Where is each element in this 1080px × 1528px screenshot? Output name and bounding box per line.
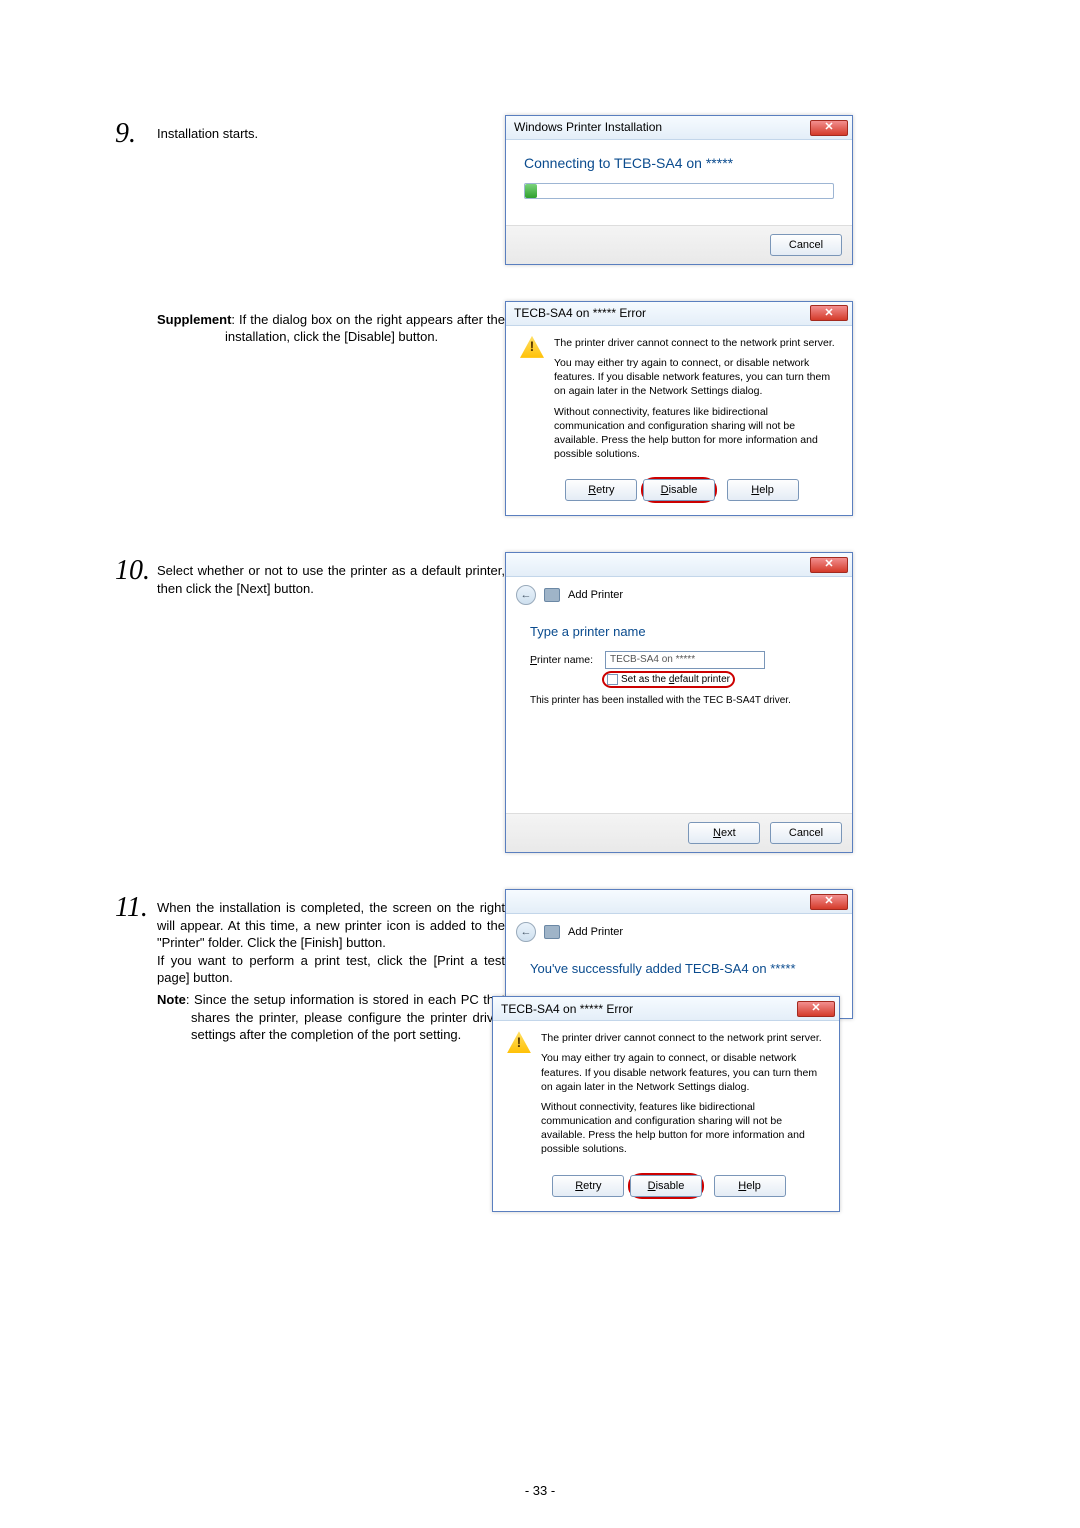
success-heading: You've successfully added TECB-SA4 on **… bbox=[530, 960, 828, 978]
step11-p2: If you want to perform a print test, cli… bbox=[157, 952, 505, 987]
help-button[interactable]: Help bbox=[714, 1175, 786, 1197]
next-button[interactable]: Next bbox=[688, 822, 760, 844]
cancel-button[interactable]: Cancel bbox=[770, 822, 842, 844]
retry-button[interactable]: Retry bbox=[552, 1175, 624, 1197]
note-text: : Since the setup information is stored … bbox=[186, 992, 505, 1042]
install-heading: Connecting to TECB-SA4 on ***** bbox=[524, 154, 834, 173]
error-text: The printer driver cannot connect to the… bbox=[541, 1031, 825, 1162]
add-printer-done-dialog: ✕ ← Add Printer You've successfully adde… bbox=[505, 889, 853, 1019]
wizard-header: Add Printer bbox=[568, 588, 623, 603]
close-icon[interactable]: ✕ bbox=[797, 1001, 835, 1017]
install-note: This printer has been installed with the… bbox=[530, 694, 828, 708]
install-dialog: Windows Printer Installation ✕ Connectin… bbox=[505, 115, 853, 265]
supplement-text: : If the dialog box on the right appears… bbox=[225, 312, 505, 345]
printer-name-input[interactable]: TECB-SA4 on ***** bbox=[605, 651, 765, 669]
step-number: 9. bbox=[115, 115, 157, 153]
wizard-header: Add Printer bbox=[568, 925, 623, 940]
step10-text: Select whether or not to use the printer… bbox=[157, 562, 505, 597]
step9-text: Installation starts. bbox=[157, 125, 505, 143]
note-label: Note bbox=[157, 992, 186, 1007]
printer-icon bbox=[544, 925, 560, 939]
error-text: The printer driver cannot connect to the… bbox=[554, 336, 838, 467]
back-icon[interactable]: ← bbox=[516, 922, 536, 942]
dialog-title: TECB-SA4 on ***** Error bbox=[514, 305, 646, 321]
printer-icon bbox=[544, 588, 560, 602]
dialog-title: TECB-SA4 on ***** Error bbox=[501, 1001, 633, 1017]
warning-icon: ! bbox=[520, 336, 544, 358]
disable-button[interactable]: Disable bbox=[643, 479, 715, 501]
page-number: - 33 - bbox=[0, 1482, 1080, 1500]
default-printer-checkbox[interactable] bbox=[607, 674, 618, 685]
retry-button[interactable]: Retry bbox=[565, 479, 637, 501]
close-icon[interactable]: ✕ bbox=[810, 305, 848, 321]
disable-button[interactable]: Disable bbox=[630, 1175, 702, 1197]
supplement-label: Supplement bbox=[157, 312, 231, 327]
error-dialog-1: TECB-SA4 on ***** Error ✕ ! The printer … bbox=[505, 301, 853, 516]
step11-p1: When the installation is completed, the … bbox=[157, 899, 505, 952]
step-number: 10. bbox=[115, 552, 157, 590]
dialog-title: Windows Printer Installation bbox=[514, 119, 662, 135]
add-printer-name-dialog: ✕ ← Add Printer Type a printer name Prin… bbox=[505, 552, 853, 853]
default-printer-label: Set as the default printer bbox=[621, 673, 730, 687]
close-icon[interactable]: ✕ bbox=[810, 894, 848, 910]
close-icon[interactable]: ✕ bbox=[810, 120, 848, 136]
help-button[interactable]: Help bbox=[727, 479, 799, 501]
default-printer-highlight: Set as the default printer bbox=[602, 671, 735, 689]
warning-icon: ! bbox=[507, 1031, 531, 1053]
error-dialog-2: TECB-SA4 on ***** Error ✕ ! The printer … bbox=[492, 996, 840, 1211]
step-number: 11. bbox=[115, 889, 157, 927]
close-icon[interactable]: ✕ bbox=[810, 557, 848, 573]
progress-bar bbox=[524, 183, 834, 199]
wizard-heading: Type a printer name bbox=[530, 623, 828, 641]
printer-name-label: Printer name: bbox=[530, 653, 593, 667]
cancel-button[interactable]: Cancel bbox=[770, 234, 842, 256]
back-icon[interactable]: ← bbox=[516, 585, 536, 605]
